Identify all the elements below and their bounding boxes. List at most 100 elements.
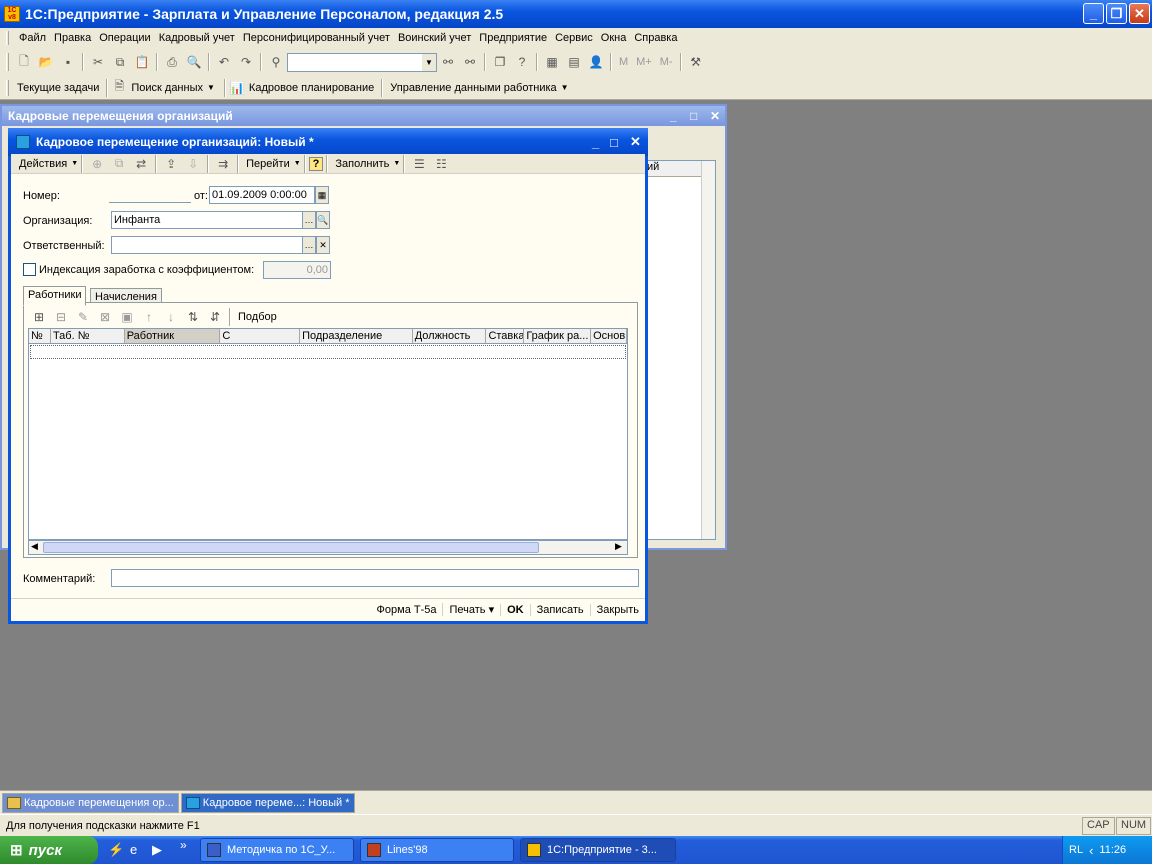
clear-icon[interactable]: ✕ (316, 236, 330, 254)
window-tab-new-transfer[interactable]: Кадровое переме...: Новый * (180, 792, 355, 813)
help-1c-icon[interactable]: ? (512, 52, 532, 72)
column-header[interactable]: № (29, 329, 51, 343)
close-icon[interactable]: ✕ (630, 134, 641, 150)
add-row-icon[interactable]: ⊞ (29, 307, 49, 327)
copy-icon[interactable]: ⧉ (110, 52, 130, 72)
based-on-icon[interactable]: ⇉ (213, 154, 233, 174)
column-header[interactable]: График ра... (524, 329, 592, 343)
close-icon[interactable]: ✕ (710, 109, 720, 123)
save-icon[interactable]: ▪ (58, 52, 78, 72)
add-icon[interactable]: ⊕ (87, 154, 107, 174)
ie-icon[interactable]: e (130, 842, 137, 857)
comment-field[interactable] (111, 569, 639, 587)
minimize-icon[interactable]: _ (670, 109, 677, 123)
windows-icon[interactable]: ❐ (490, 52, 510, 72)
print-button[interactable]: Печать ▾ (442, 603, 500, 616)
column-header[interactable]: Ставка (486, 329, 525, 343)
delete-row-icon[interactable]: ⊠ (95, 307, 115, 327)
scroll-left-icon[interactable]: ◀ (31, 541, 38, 552)
new-document-icon[interactable]: 🗋 (14, 52, 34, 72)
bg-list-table[interactable]: ий (642, 160, 716, 540)
tools-icon[interactable]: ⚒ (686, 52, 706, 72)
vertical-scrollbar[interactable] (701, 161, 715, 539)
minimize-button[interactable]: _ (1083, 3, 1104, 24)
tray-arrow-icon[interactable]: ‹ (1089, 843, 1093, 858)
structure-icon[interactable]: ☷ (431, 154, 451, 174)
chevron-down-icon[interactable]: ▼ (207, 83, 215, 92)
sort-desc-icon[interactable]: ⇵ (205, 307, 225, 327)
column-header[interactable]: Основ (591, 329, 627, 343)
memory-minus-button[interactable]: M- (656, 56, 677, 68)
post-icon[interactable]: ⇪ (161, 154, 181, 174)
task-1c-enterprise[interactable]: 1С:Предприятие - 3... (520, 838, 676, 862)
number-field[interactable] (109, 186, 191, 203)
column-header[interactable]: С (220, 329, 301, 343)
user-icon[interactable]: 👤 (586, 52, 606, 72)
menu-personalized[interactable]: Персонифицированный учет (239, 32, 394, 44)
column-header[interactable]: Должность (413, 329, 487, 343)
menu-file[interactable]: Файл (15, 32, 50, 44)
tab-employees[interactable]: Работники (23, 286, 87, 306)
refresh-icon[interactable]: ⇄ (131, 154, 151, 174)
column-header[interactable]: Подразделение (300, 329, 413, 343)
print-icon[interactable]: ⎙ (162, 52, 182, 72)
search-icon[interactable]: 🔍 (316, 211, 330, 229)
select-button[interactable]: … (302, 236, 316, 254)
find-prev-icon[interactable]: ⚯ (438, 52, 458, 72)
sort-asc-icon[interactable]: ⇅ (183, 307, 203, 327)
indexation-checkbox[interactable] (23, 263, 36, 276)
table-row[interactable] (30, 345, 626, 359)
help-button[interactable]: ? (308, 156, 324, 171)
copy-icon[interactable]: ⧉ (109, 154, 129, 174)
edit-row-icon[interactable]: ✎ (73, 307, 93, 327)
menu-operations[interactable]: Операции (95, 32, 154, 44)
employee-data-button[interactable]: Управление данными работника (386, 82, 560, 94)
ok-button[interactable]: OK (500, 603, 530, 616)
maximize-icon[interactable]: □ (690, 109, 697, 123)
binoculars-icon[interactable]: ⚲ (266, 52, 286, 72)
arrow-up-icon[interactable]: ↑ (139, 307, 159, 327)
column-header[interactable]: Работник (124, 329, 221, 343)
find-next-icon[interactable]: ⚯ (460, 52, 480, 72)
quicklaunch-icon[interactable]: ⚡ (108, 842, 124, 858)
list-view-icon[interactable]: ☰ (409, 154, 429, 174)
column-header[interactable]: Таб. № (51, 329, 125, 343)
save-button[interactable]: Записать (529, 603, 590, 616)
indexation-coefficient-field[interactable]: 0,00 (263, 261, 331, 279)
chevron-down-icon[interactable]: ▼ (422, 53, 436, 71)
current-tasks-button[interactable]: Текущие задачи (13, 82, 103, 94)
goto-menu[interactable]: Перейти (242, 158, 294, 170)
search-combo[interactable]: ▼ (287, 52, 437, 72)
menu-service[interactable]: Сервис (551, 32, 597, 44)
media-player-icon[interactable]: ▶ (152, 842, 162, 858)
copy-row-icon[interactable]: ⊟ (51, 307, 71, 327)
start-button[interactable]: ⊞ пуск (0, 836, 98, 864)
chevron-down-icon[interactable]: ▼ (393, 160, 400, 167)
close-button[interactable]: Закрыть (589, 603, 645, 616)
menu-edit[interactable]: Правка (50, 32, 95, 44)
scroll-right-icon[interactable]: ▶ (615, 541, 622, 552)
redo-icon[interactable]: ↷ (236, 52, 256, 72)
close-button[interactable]: ✕ (1129, 3, 1150, 24)
menu-windows[interactable]: Окна (597, 32, 631, 44)
fill-menu[interactable]: Заполнить (331, 158, 393, 170)
employees-table-body[interactable] (28, 343, 628, 540)
paste-icon[interactable]: 📋 (132, 52, 152, 72)
task-lines98[interactable]: Lines'98 (360, 838, 514, 862)
window-tab-transfers-list[interactable]: Кадровые перемещения ор... (2, 792, 179, 813)
select-button[interactable]: … (302, 211, 316, 229)
horizontal-scrollbar[interactable]: ◀ ▶ (28, 540, 628, 555)
scroll-thumb[interactable] (43, 542, 539, 553)
actions-menu[interactable]: Действия (15, 158, 71, 170)
menu-military[interactable]: Воинский учет (394, 32, 475, 44)
chevron-down-icon[interactable]: ▼ (294, 160, 301, 167)
date-field[interactable]: 01.09.2009 0:00:00 (209, 186, 315, 204)
menu-hr[interactable]: Кадровый учет (155, 32, 239, 44)
chevron-down-icon[interactable]: ▼ (71, 160, 78, 167)
menu-enterprise[interactable]: Предприятие (475, 32, 551, 44)
memory-m-button[interactable]: M (615, 56, 632, 68)
open-icon[interactable]: 📂 (36, 52, 56, 72)
cut-icon[interactable]: ✂ (88, 52, 108, 72)
calendar-icon[interactable]: ▦ (315, 186, 329, 204)
unpost-icon[interactable]: ⇩ (183, 154, 203, 174)
